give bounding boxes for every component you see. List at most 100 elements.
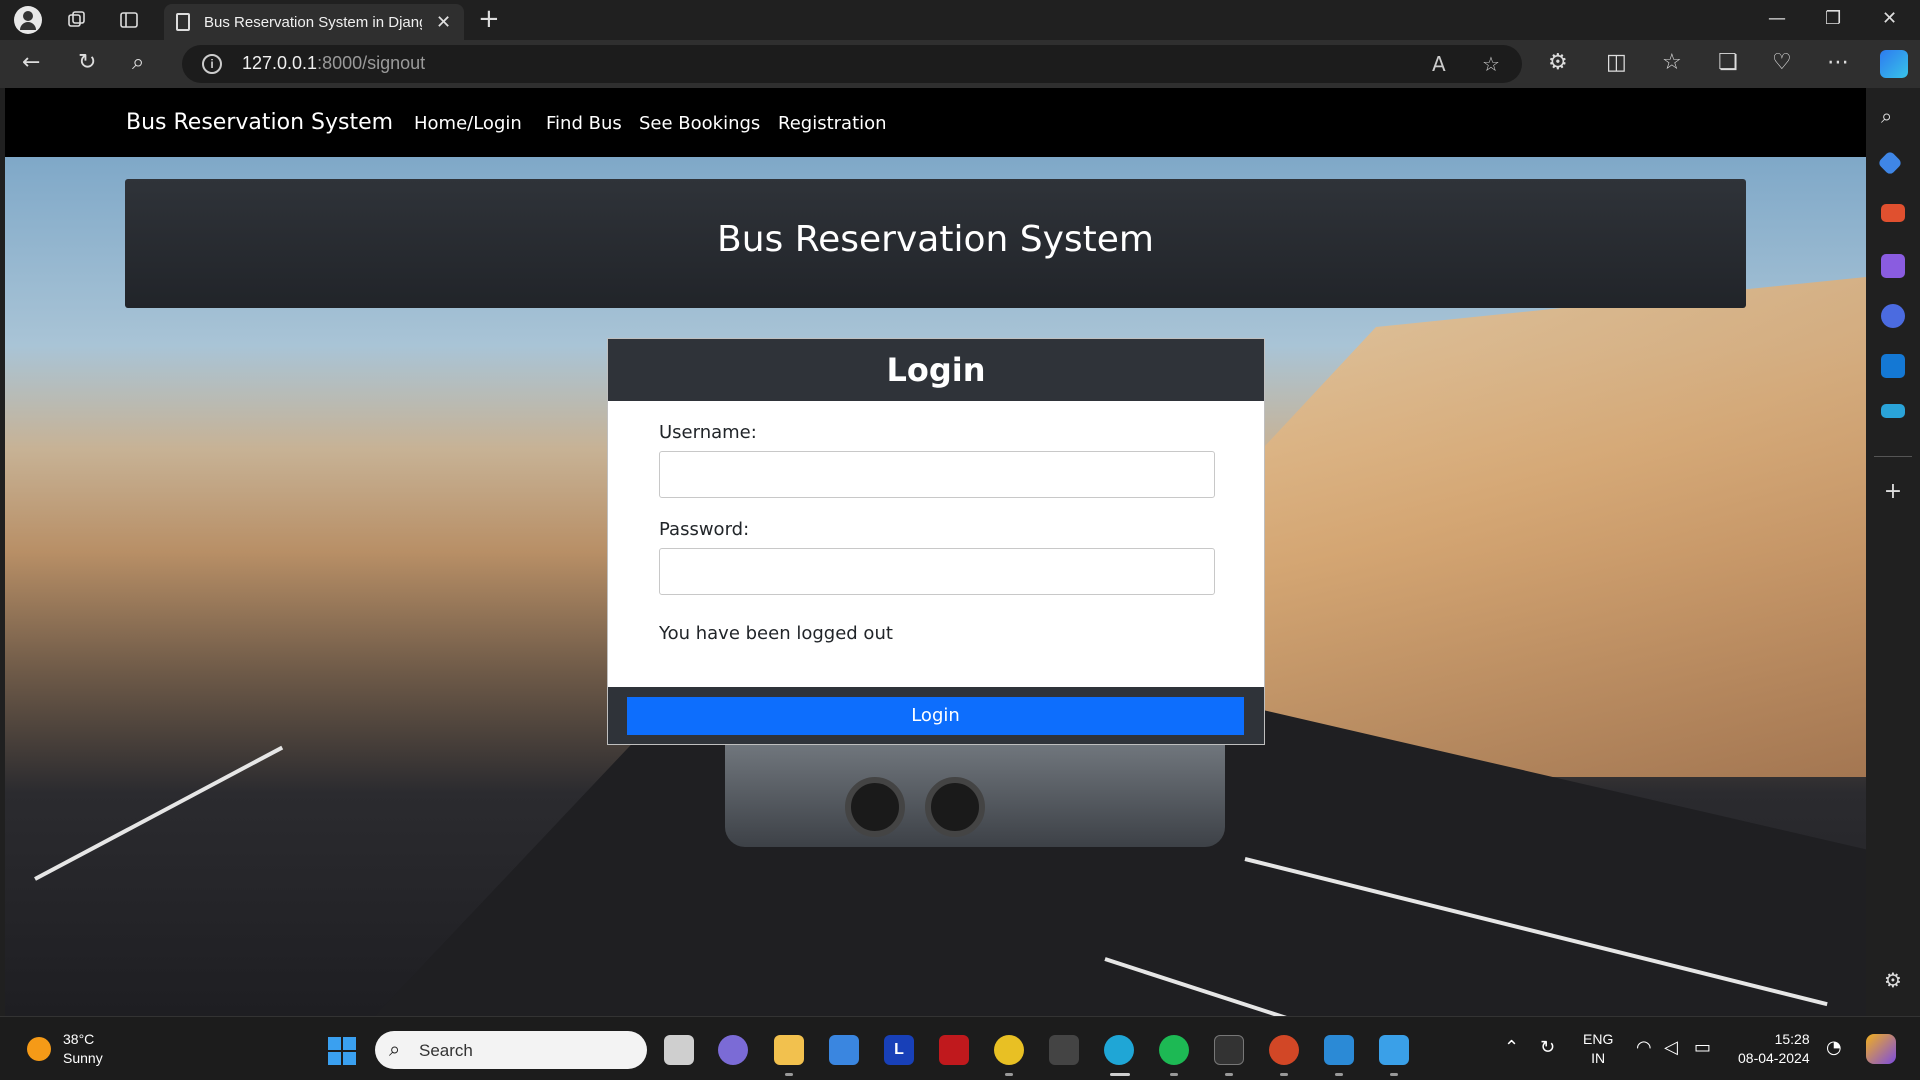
profile-icon[interactable] <box>14 6 42 34</box>
weather-condition: Sunny <box>63 1050 103 1066</box>
language-indicator[interactable]: ENG IN <box>1583 1030 1613 1068</box>
photos-icon[interactable] <box>1379 1035 1409 1065</box>
url-host: 127.0.0.1 <box>242 53 318 73</box>
windows-logo-tile <box>343 1037 356 1050</box>
password-label: Password: <box>659 519 750 540</box>
mcafee-icon[interactable] <box>939 1035 969 1065</box>
powerpoint-icon[interactable] <box>1269 1035 1299 1065</box>
add-sidebar-icon[interactable]: + <box>1881 480 1905 504</box>
taskbar-search[interactable]: ⌕ Search <box>375 1031 647 1069</box>
restore-button[interactable]: ❐ <box>1825 8 1841 29</box>
spotify-icon[interactable] <box>1159 1035 1189 1065</box>
clock-time: 15:28 <box>1774 1031 1810 1047</box>
battery-icon[interactable]: ▭ <box>1694 1037 1711 1058</box>
search-icon[interactable]: ⌕ <box>132 50 144 76</box>
running-indicator <box>1335 1073 1343 1076</box>
hero-banner: Bus Reservation System <box>125 179 1746 308</box>
background-cliff <box>1166 277 1866 777</box>
back-icon[interactable]: ← <box>22 50 40 76</box>
language-region: IN <box>1591 1050 1606 1066</box>
sidebar-search-icon[interactable]: ⌕ <box>1881 104 1905 128</box>
windows-taskbar: 38°C Sunny ⌕ Search L ⌃ ↻ ENG IN ◠ ◁ ▭ 1… <box>0 1016 1920 1080</box>
nav-home-login[interactable]: Home/Login <box>414 113 522 134</box>
refresh-icon[interactable]: ↻ <box>78 50 96 76</box>
chrome-icon[interactable] <box>994 1035 1024 1065</box>
url-text[interactable]: 127.0.0.1:8000/signout <box>242 53 425 74</box>
favorite-star-icon[interactable]: ☆ <box>1482 52 1500 76</box>
weather-temperature: 38°C <box>63 1031 95 1047</box>
microsoft-store-icon[interactable] <box>829 1035 859 1065</box>
start-button[interactable] <box>328 1037 356 1065</box>
drop-icon[interactable] <box>1881 404 1905 418</box>
minimize-button[interactable]: — <box>1768 8 1786 29</box>
sync-icon[interactable]: ↻ <box>1540 1037 1555 1058</box>
running-indicator <box>1170 1073 1178 1076</box>
address-bar[interactable]: i 127.0.0.1:8000/signout A ☆ <box>182 45 1522 83</box>
nav-registration[interactable]: Registration <box>778 113 887 134</box>
favorites-icon[interactable]: ☆ <box>1662 50 1682 76</box>
teams-icon[interactable] <box>718 1035 748 1065</box>
tab-close-icon[interactable]: ✕ <box>436 12 451 33</box>
extensions-icon[interactable]: ⚙ <box>1548 50 1568 76</box>
language-code: ENG <box>1583 1031 1614 1047</box>
nav-find-bus[interactable]: Find Bus <box>546 113 622 134</box>
edge-sidebar: ⌕ + ⚙ <box>1866 88 1920 1016</box>
login-card-footer: Login <box>608 687 1264 744</box>
read-aloud-icon[interactable]: A <box>1432 52 1446 76</box>
clock[interactable]: 15:28 08-04-2024 <box>1738 1030 1810 1068</box>
collections-icon[interactable]: ❏ <box>1718 50 1738 76</box>
windows-logo-tile <box>328 1037 341 1050</box>
running-indicator <box>1280 1073 1288 1076</box>
copilot-sidebar-icon[interactable] <box>1881 304 1905 328</box>
windows-logo-tile <box>343 1052 356 1065</box>
tab-title: Bus Reservation System in Djang <box>204 13 422 31</box>
browser-tab-active[interactable]: Bus Reservation System in Djang ✕ <box>164 4 464 40</box>
tray-overflow-icon[interactable]: ⌃ <box>1504 1037 1519 1058</box>
games-icon[interactable] <box>1881 254 1905 278</box>
notification-bell-icon[interactable]: ◔ <box>1826 1037 1842 1058</box>
close-window-button[interactable]: ✕ <box>1882 8 1897 29</box>
vertical-tabs-icon[interactable] <box>116 7 142 33</box>
terminal-icon[interactable] <box>1214 1035 1244 1065</box>
login-title: Login <box>886 351 986 389</box>
sidebar-settings-icon[interactable]: ⚙ <box>1881 968 1905 992</box>
tools-icon[interactable] <box>1881 204 1905 222</box>
volume-icon[interactable]: ◁ <box>1664 1037 1678 1058</box>
edge-icon[interactable] <box>1104 1035 1134 1065</box>
workspaces-icon[interactable] <box>64 7 90 33</box>
username-label: Username: <box>659 422 757 443</box>
sun-icon[interactable] <box>27 1037 51 1061</box>
taskbar-search-placeholder: Search <box>419 1041 473 1060</box>
copilot-icon[interactable] <box>1880 50 1908 78</box>
new-tab-button[interactable]: + <box>478 6 500 32</box>
l-app-icon[interactable]: L <box>884 1035 914 1065</box>
clock-date: 08-04-2024 <box>1738 1050 1810 1066</box>
nav-see-bookings[interactable]: See Bookings <box>639 113 760 134</box>
windows-logo-tile <box>328 1052 341 1065</box>
task-view-icon[interactable] <box>664 1035 694 1065</box>
weather-widget[interactable]: 38°C Sunny <box>63 1030 103 1068</box>
vscode-icon[interactable] <box>1324 1035 1354 1065</box>
wifi-icon[interactable]: ◠ <box>1636 1037 1652 1058</box>
running-indicator <box>785 1073 793 1076</box>
site-navbar: Bus Reservation System Home/Login Find B… <box>5 88 1866 157</box>
split-screen-icon[interactable]: ◫ <box>1606 50 1627 76</box>
file-explorer-icon[interactable] <box>774 1035 804 1065</box>
sidebar-divider <box>1874 456 1912 457</box>
username-input[interactable] <box>659 451 1215 498</box>
login-button[interactable]: Login <box>627 697 1244 735</box>
running-indicator <box>1225 1073 1233 1076</box>
browser-toolbar: ← ↻ ⌕ i 127.0.0.1:8000/signout A ☆ ⚙ ◫ ☆… <box>0 40 1920 88</box>
bus-wheel <box>925 777 985 837</box>
page-icon <box>176 13 190 31</box>
app-icon[interactable] <box>1049 1035 1079 1065</box>
site-info-icon[interactable]: i <box>202 54 222 74</box>
shopping-tag-icon[interactable] <box>1877 150 1903 176</box>
copilot-taskbar-icon[interactable] <box>1866 1034 1896 1064</box>
password-input[interactable] <box>659 548 1215 595</box>
url-path: :8000/signout <box>317 53 426 73</box>
more-menu-icon[interactable]: ⋯ <box>1827 50 1849 76</box>
outlook-icon[interactable] <box>1881 354 1905 378</box>
navbar-brand[interactable]: Bus Reservation System <box>126 110 393 135</box>
browser-essentials-icon[interactable]: ♡ <box>1772 50 1792 76</box>
